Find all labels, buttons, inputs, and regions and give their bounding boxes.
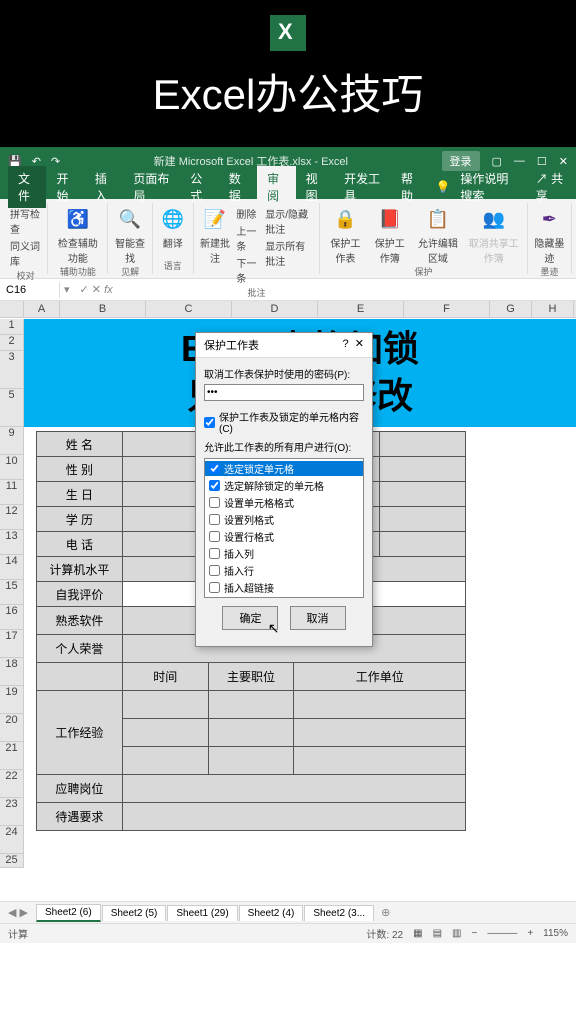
protect-content-checkbox[interactable]: [204, 417, 215, 428]
translate-icon[interactable]: 🌐: [159, 205, 187, 233]
status-count: 计数: 22: [366, 926, 403, 941]
sheet-tab[interactable]: Sheet2 (4): [239, 905, 304, 921]
view-normal-icon[interactable]: ▦: [413, 928, 422, 939]
cursor-icon: ↖: [268, 620, 280, 637]
group-insights-label: 见解: [114, 265, 145, 278]
tab-review[interactable]: 审阅: [257, 166, 295, 208]
view-layout-icon[interactable]: ▤: [433, 928, 442, 939]
ok-button[interactable]: 确定↖: [222, 606, 278, 630]
group-acc-label: 辅助功能: [54, 265, 101, 278]
zoom-level[interactable]: 115%: [543, 928, 568, 939]
sheet-tab[interactable]: Sheet1 (29): [167, 905, 237, 921]
excel-logo-icon: [270, 15, 306, 51]
tab-file[interactable]: 文件: [8, 166, 46, 208]
group-ink-label: 墨迹: [534, 265, 565, 278]
sheet-tab[interactable]: Sheet2 (6): [36, 904, 101, 922]
group-lang-label: 语言: [159, 259, 187, 272]
share-button[interactable]: ↗ 共享: [526, 166, 576, 208]
tab-help[interactable]: 帮助: [391, 166, 429, 208]
name-box[interactable]: C16: [0, 282, 60, 298]
ribbon: 拼写检查同义词库 校对 ♿检查辅助功能 辅助功能 🔍智能查找 见解 🌐翻译 语言…: [0, 199, 576, 279]
unshare-icon: 👥: [480, 205, 508, 233]
smart-lookup-icon[interactable]: 🔍: [116, 205, 144, 233]
row-headers: 1 2 3 5 9 10 11 12 13 14 15 16 17 18 19 …: [0, 319, 24, 868]
tab-formula[interactable]: 公式: [180, 166, 218, 208]
thesaurus-button[interactable]: 同义词库: [10, 237, 41, 269]
allow-label: 允许此工作表的所有用户进行(O):: [204, 439, 364, 454]
document-title: 新建 Microsoft Excel 工作表.xlsx - Excel: [60, 153, 441, 169]
ribbon-tabs: 文件 开始 插入 页面布局 公式 数据 审阅 视图 开发工具 帮助 💡 操作说明…: [0, 175, 576, 199]
ink-icon[interactable]: ✒: [535, 205, 563, 233]
sheet-tab[interactable]: Sheet2 (5): [102, 905, 167, 921]
video-title: Excel办公技巧: [0, 61, 576, 122]
tab-dev[interactable]: 开发工具: [334, 166, 391, 208]
tab-data[interactable]: 数据: [219, 166, 257, 208]
fx-icon[interactable]: ✓ ✕ fx: [74, 283, 119, 296]
dialog-title: 保护工作表: [204, 337, 259, 353]
status-bar: 计算 计数: 22 ▦ ▤ ▥ − ——— + 115%: [0, 923, 576, 943]
tab-layout[interactable]: 页面布局: [123, 166, 180, 208]
tell-me[interactable]: 操作说明搜索: [450, 166, 525, 208]
password-input[interactable]: [204, 384, 364, 401]
permissions-listbox[interactable]: 选定锁定单元格 选定解除锁定的单元格 设置单元格格式 设置列格式 设置行格式 插…: [204, 458, 364, 598]
accessibility-icon[interactable]: ♿: [64, 205, 92, 233]
tab-insert[interactable]: 插入: [85, 166, 123, 208]
tab-view[interactable]: 视图: [296, 166, 334, 208]
cancel-button[interactable]: 取消: [290, 606, 346, 630]
password-label: 取消工作表保护时使用的密码(P):: [204, 366, 364, 381]
add-sheet-icon[interactable]: ⊕: [381, 906, 390, 919]
allow-edit-icon[interactable]: 📋: [424, 205, 452, 233]
status-mode: 计算: [8, 926, 28, 941]
protect-sheet-dialog: 保护工作表 ? ✕ 取消工作表保护时使用的密码(P): 保护工作表及锁定的单元格…: [195, 332, 373, 647]
dialog-close-icon[interactable]: ✕: [355, 338, 364, 350]
protect-workbook-icon[interactable]: 📕: [376, 205, 404, 233]
spellcheck-button[interactable]: 拼写检查: [10, 205, 41, 237]
zoom-out-icon[interactable]: −: [471, 928, 477, 939]
zoom-in-icon[interactable]: +: [527, 928, 533, 939]
sheet-tab[interactable]: Sheet2 (3...: [304, 905, 374, 921]
sheet-tabs: ◀ ▶ Sheet2 (6) Sheet2 (5) Sheet1 (29) Sh…: [0, 901, 576, 923]
group-comments-label: 批注: [200, 286, 314, 299]
new-comment-icon[interactable]: 📝: [201, 205, 229, 233]
dialog-help-icon[interactable]: ?: [343, 338, 349, 350]
namebox-dropdown-icon[interactable]: ▾: [60, 283, 74, 296]
column-headers: A B C D E F G H: [0, 301, 576, 318]
group-proof-label: 校对: [10, 269, 41, 282]
sheet-nav-icon[interactable]: ◀ ▶: [8, 906, 28, 919]
video-header: Excel办公技巧: [0, 0, 576, 147]
group-protect-label: 保护: [326, 265, 520, 278]
tab-home[interactable]: 开始: [46, 166, 84, 208]
protect-sheet-icon[interactable]: 🔒: [331, 205, 359, 233]
view-pagebreak-icon[interactable]: ▥: [452, 928, 461, 939]
